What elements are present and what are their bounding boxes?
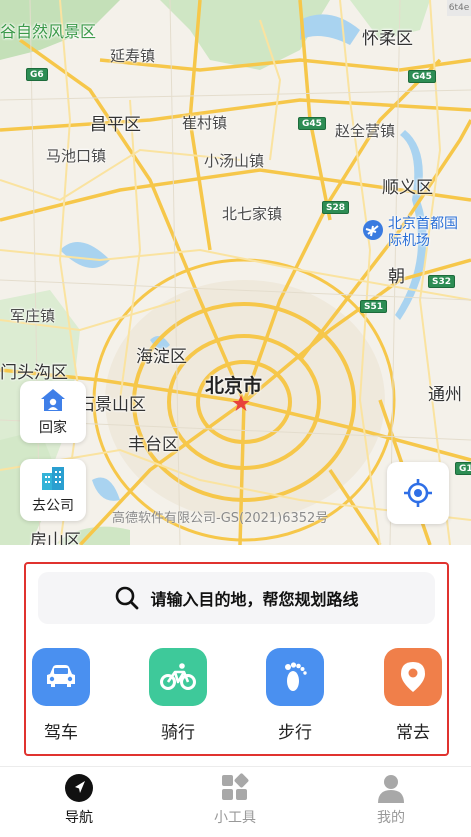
place-label: 北七家镇: [222, 205, 283, 223]
go-home-button[interactable]: 回家: [20, 381, 86, 443]
building-icon: [42, 467, 64, 490]
crosshair-locate-icon: [404, 479, 432, 507]
mode-frequent-button[interactable]: 常去: [378, 648, 448, 743]
place-label: 昌平区: [90, 115, 141, 135]
place-label-airport: 北京首都国际机场: [388, 216, 458, 249]
place-label: 房山区: [30, 531, 81, 545]
tools-grid-icon: [222, 773, 249, 800]
travel-mode-list: 驾车 骑行 步行 常去: [26, 648, 446, 748]
place-label-city: 北京市: [205, 375, 263, 397]
search-placeholder: 请输入目的地，帮您规划路线: [150, 590, 359, 609]
place-label: 门头沟区: [0, 363, 68, 383]
place-label: 通州: [428, 385, 462, 405]
mode-frequent-label: 常去: [396, 723, 430, 743]
place-label: 怀柔区: [362, 29, 413, 49]
bicycle-icon: [160, 663, 196, 690]
car-icon: [47, 665, 75, 687]
mode-cycle-icon-bg: [149, 648, 207, 706]
place-label: 延寿镇: [110, 47, 156, 65]
place-label: 石景山区: [78, 395, 146, 415]
highway-shield: S32: [428, 275, 456, 288]
mode-cycle-button[interactable]: 骑行: [143, 648, 213, 743]
place-label: 马池口镇: [46, 147, 107, 165]
mode-cycle-label: 骑行: [161, 723, 195, 743]
navigation-arrow-icon: [65, 774, 93, 802]
go-home-label: 回家: [39, 420, 67, 436]
highway-shield: G45: [408, 70, 436, 83]
route-panel: 请输入目的地，帮您规划路线 驾车 骑行 步行 常去: [24, 562, 449, 756]
highway-shield: S28: [322, 201, 350, 214]
highway-shield: G45: [298, 117, 326, 130]
map-copyright: 高德软件有限公司-GS(2021)6352号: [112, 511, 329, 526]
place-label: 顺义区: [382, 178, 433, 198]
go-company-label: 去公司: [32, 498, 74, 514]
place-label: 丰台区: [128, 435, 179, 455]
highway-shield: G1: [455, 462, 471, 475]
mode-walk-button[interactable]: 步行: [260, 648, 330, 743]
mode-frequent-icon-bg: [384, 648, 442, 706]
search-icon: [116, 586, 139, 610]
place-label: 谷自然风景区: [0, 22, 97, 41]
tab-tools[interactable]: 小工具: [190, 773, 280, 827]
map-zoom-tag: 6t4e: [447, 0, 471, 16]
mode-walk-label: 步行: [278, 723, 312, 743]
app-root: 6t4e 谷自然风景区 延寿镇 怀柔区 昌平区 崔村镇 赵全营镇 马池口镇 小汤…: [0, 0, 471, 837]
place-label: 赵全营镇: [335, 122, 396, 140]
mode-walk-icon-bg: [266, 648, 324, 706]
footprint-icon: [285, 662, 307, 691]
tab-tools-label: 小工具: [214, 810, 256, 826]
highway-shield: S51: [360, 300, 388, 313]
place-label: 崔村镇: [182, 114, 228, 132]
tab-profile-label: 我的: [377, 810, 405, 826]
user-icon: [378, 775, 404, 803]
home-icon: [41, 389, 65, 411]
location-pin-icon: [401, 662, 425, 692]
destination-search-bar[interactable]: 请输入目的地，帮您规划路线: [38, 572, 435, 624]
map-view[interactable]: 6t4e 谷自然风景区 延寿镇 怀柔区 昌平区 崔村镇 赵全营镇 马池口镇 小汤…: [0, 0, 471, 545]
tab-navigation[interactable]: 导航: [34, 773, 124, 827]
mode-drive-button[interactable]: 驾车: [26, 648, 96, 743]
place-label: 海淀区: [136, 347, 187, 367]
mode-drive-icon-bg: [32, 648, 90, 706]
go-company-button[interactable]: 去公司: [20, 459, 86, 521]
highway-shield: G6: [26, 68, 48, 81]
place-label: 军庄镇: [10, 307, 56, 325]
mode-drive-label: 驾车: [44, 723, 78, 743]
bottom-tab-bar: 导航 小工具 我的: [0, 766, 471, 837]
tab-profile[interactable]: 我的: [346, 773, 436, 827]
tab-navigation-label: 导航: [65, 810, 93, 826]
place-label: 小汤山镇: [204, 152, 265, 170]
place-label: 朝: [388, 267, 405, 287]
locate-me-button[interactable]: [387, 462, 449, 524]
